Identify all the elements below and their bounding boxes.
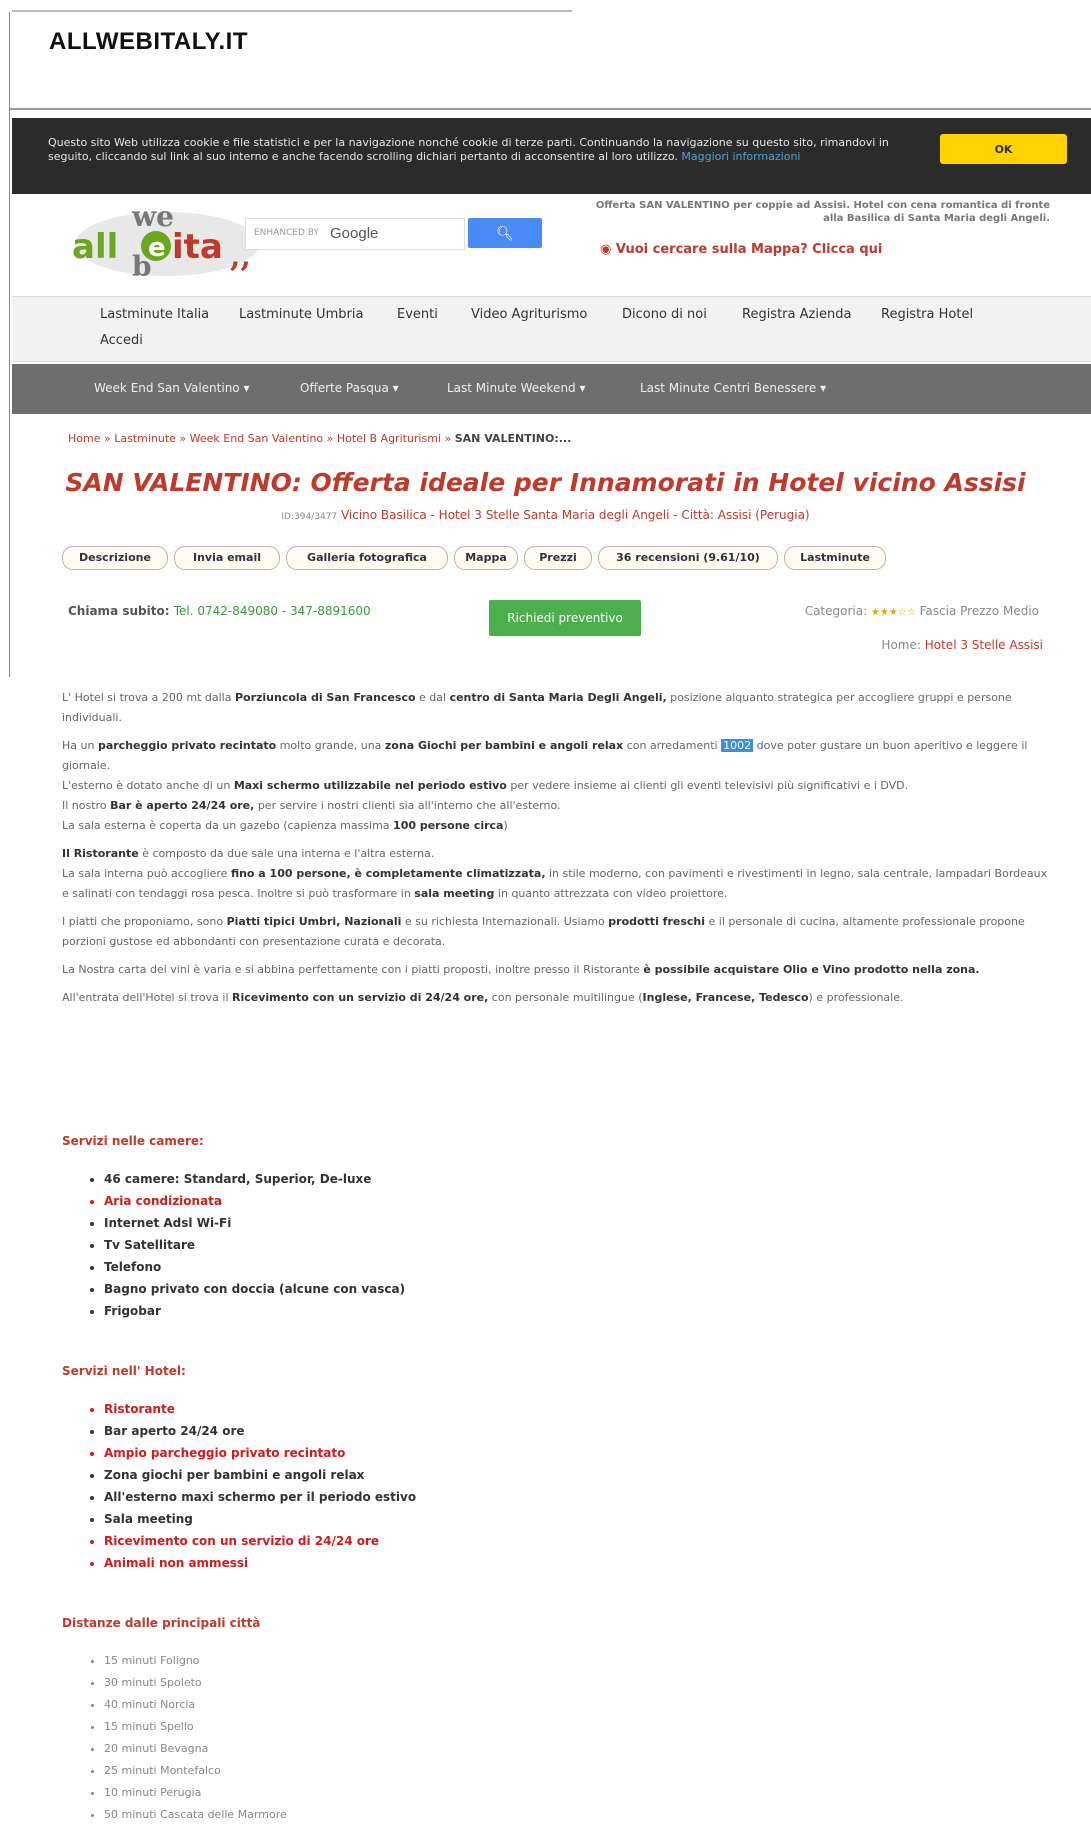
- rooms-list: 46 camere: Standard, Superior, De-luxeAr…: [88, 1168, 405, 1322]
- cookie-info-link[interactable]: Maggiori informazioni: [681, 150, 800, 163]
- star-rating: ★★★☆☆: [870, 607, 916, 618]
- list-item: Bagno privato con doccia (alcune con vas…: [104, 1278, 405, 1300]
- list-item: Ricevimento con un servizio di 24/24 ore: [104, 1530, 416, 1552]
- map-link[interactable]: ◉ Vuoi cercare sulla Mappa? Clicca qui: [600, 242, 882, 257]
- breadcrumb[interactable]: Home » Lastminute » Week End San Valenti…: [68, 432, 571, 445]
- cookie-banner: Questo sito Web utilizza cookie e file s…: [12, 118, 1091, 194]
- paragraph: Il Ristorante è composto da due sale una…: [62, 847, 1048, 900]
- site-header: ALLWEBITALY.IT: [0, 0, 1091, 112]
- list-item: Frigobar: [104, 1300, 405, 1322]
- list-item: 50 minuti Cascata delle Marmore: [104, 1804, 287, 1826]
- list-item: Ristorante: [104, 1398, 416, 1420]
- svg-text:all: all: [72, 227, 118, 267]
- nav-item[interactable]: Dicono di noi: [622, 307, 707, 322]
- tab-mappa[interactable]: Mappa: [454, 546, 518, 570]
- paragraph: I piatti che proponiamo, sono Piatti tip…: [62, 915, 1025, 948]
- hotel-description: L' Hotel si trova a 200 mt dalla Porziun…: [62, 688, 1052, 1016]
- nav-item[interactable]: Eventi: [397, 307, 438, 322]
- nav-item[interactable]: Registra Azienda: [742, 307, 851, 322]
- search-icon: 🔍︎: [496, 224, 514, 241]
- search-button[interactable]: 🔍︎: [468, 218, 542, 248]
- list-item: 46 camere: Standard, Superior, De-luxe: [104, 1168, 405, 1190]
- list-item: 15 minuti Foligno: [104, 1650, 287, 1672]
- tab-galleria[interactable]: Galleria fotografica: [286, 546, 448, 570]
- tab-prezzi[interactable]: Prezzi: [524, 546, 592, 570]
- hotel-services-heading: Servizi nell' Hotel:: [62, 1364, 186, 1378]
- promo-text: Offerta SAN VALENTINO per coppie ad Assi…: [595, 200, 1050, 224]
- svg-text:we: we: [131, 200, 174, 233]
- nav-dropdown[interactable]: Offerte Pasqua ▾: [300, 381, 399, 395]
- frame-border: [9, 12, 10, 112]
- google-logo: Google: [330, 225, 379, 242]
- cookie-message: Questo sito Web utilizza cookie e file s…: [48, 136, 889, 163]
- contact-line: Chiama subito: Tel. 0742-849080 - 347-88…: [68, 604, 371, 618]
- breadcrumb-current: SAN VALENTINO:...: [454, 432, 572, 445]
- phone-link[interactable]: Tel. 0742-849080 - 347-8891600: [174, 604, 371, 618]
- search-input[interactable]: ENHANCED BY Google: [245, 218, 465, 250]
- nav-item[interactable]: Lastminute Umbria: [239, 307, 363, 322]
- top-nav: Lastminute Italia Lastminute Umbria Even…: [12, 296, 1091, 362]
- svg-text:ita: ita: [172, 227, 223, 267]
- header-divider: [12, 10, 572, 12]
- list-item: 30 minuti Spoleto: [104, 1672, 287, 1694]
- list-item: Tv Satellitare: [104, 1234, 405, 1256]
- distances-list: 15 minuti Foligno30 minuti Spoleto40 min…: [88, 1650, 287, 1826]
- request-quote-button[interactable]: Richiedi preventivo: [489, 600, 641, 636]
- list-item: Animali non ammessi: [104, 1552, 416, 1574]
- list-item: 25 minuti Montefalco: [104, 1760, 287, 1782]
- category-nav: Week End San Valentino ▾ Offerte Pasqua …: [12, 364, 1091, 414]
- nav-dropdown[interactable]: Last Minute Centri Benessere ▾: [640, 381, 826, 395]
- rooms-heading: Servizi nelle camere:: [62, 1134, 204, 1148]
- page-title: SAN VALENTINO: Offerta ideale per Innamo…: [65, 468, 1026, 497]
- list-item: Sala meeting: [104, 1508, 416, 1530]
- pin-icon: ◉: [600, 242, 616, 257]
- frame-border: [9, 112, 10, 677]
- nav-item[interactable]: Lastminute Italia: [100, 307, 209, 322]
- tab-lastminute[interactable]: Lastminute: [784, 546, 886, 570]
- nav-dropdown[interactable]: Last Minute Weekend ▾: [447, 381, 586, 395]
- page-subtitle: ID:394/3477 Vicino Basilica - Hotel 3 St…: [281, 508, 810, 522]
- list-item: 20 minuti Bevagna: [104, 1738, 287, 1760]
- list-item: Ampio parcheggio privato recintato: [104, 1442, 416, 1464]
- cookie-ok-button[interactable]: OK: [940, 134, 1067, 164]
- list-item: Zona giochi per bambini e angoli relax: [104, 1464, 416, 1486]
- tab-recensioni[interactable]: 36 recensioni (9.61/10): [598, 546, 778, 570]
- frame-border: [9, 108, 1091, 110]
- home-link: Home: Hotel 3 Stelle Assisi: [881, 638, 1043, 652]
- tab-descrizione[interactable]: Descrizione: [62, 546, 168, 570]
- site-title: ALLWEBITALY.IT: [49, 28, 248, 55]
- nav-dropdown[interactable]: Week End San Valentino ▾: [94, 381, 249, 395]
- nav-item[interactable]: Registra Hotel: [881, 307, 973, 322]
- text-selection: 1002: [721, 739, 754, 752]
- list-item: All'esterno maxi schermo per il periodo …: [104, 1486, 416, 1508]
- hotel-services-list: RistoranteBar aperto 24/24 oreAmpio parc…: [88, 1398, 416, 1574]
- tab-invia-email[interactable]: Invia email: [174, 546, 280, 570]
- paragraph: Ha un parcheggio privato recintato molto…: [62, 739, 1028, 832]
- paragraph: La Nostra carta dei vini è varia e si ab…: [62, 963, 980, 976]
- paragraph: L' Hotel si trova a 200 mt dalla Porziun…: [62, 691, 1012, 724]
- list-item: 40 minuti Norcia: [104, 1694, 287, 1716]
- nav-item[interactable]: Accedi: [100, 333, 143, 348]
- distances-heading: Distanze dalle principali città: [62, 1616, 261, 1630]
- svg-text:e: e: [148, 233, 166, 263]
- list-item: Bar aperto 24/24 ore: [104, 1420, 416, 1442]
- list-item: Internet Adsl Wi-Fi: [104, 1212, 405, 1234]
- nav-item[interactable]: Video Agriturismo: [471, 307, 587, 322]
- category-info: Categoria: ★★★☆☆ Fascia Prezzo Medio: [804, 604, 1039, 618]
- paragraph: All'entrata dell'Hotel si trova il Ricev…: [62, 991, 904, 1004]
- list-item: 10 minuti Perugia: [104, 1782, 287, 1804]
- list-item: Telefono: [104, 1256, 405, 1278]
- list-item: Aria condizionata: [104, 1190, 405, 1212]
- list-item: 15 minuti Spello: [104, 1716, 287, 1738]
- site-logo[interactable]: we b all e ita ,,: [72, 196, 272, 286]
